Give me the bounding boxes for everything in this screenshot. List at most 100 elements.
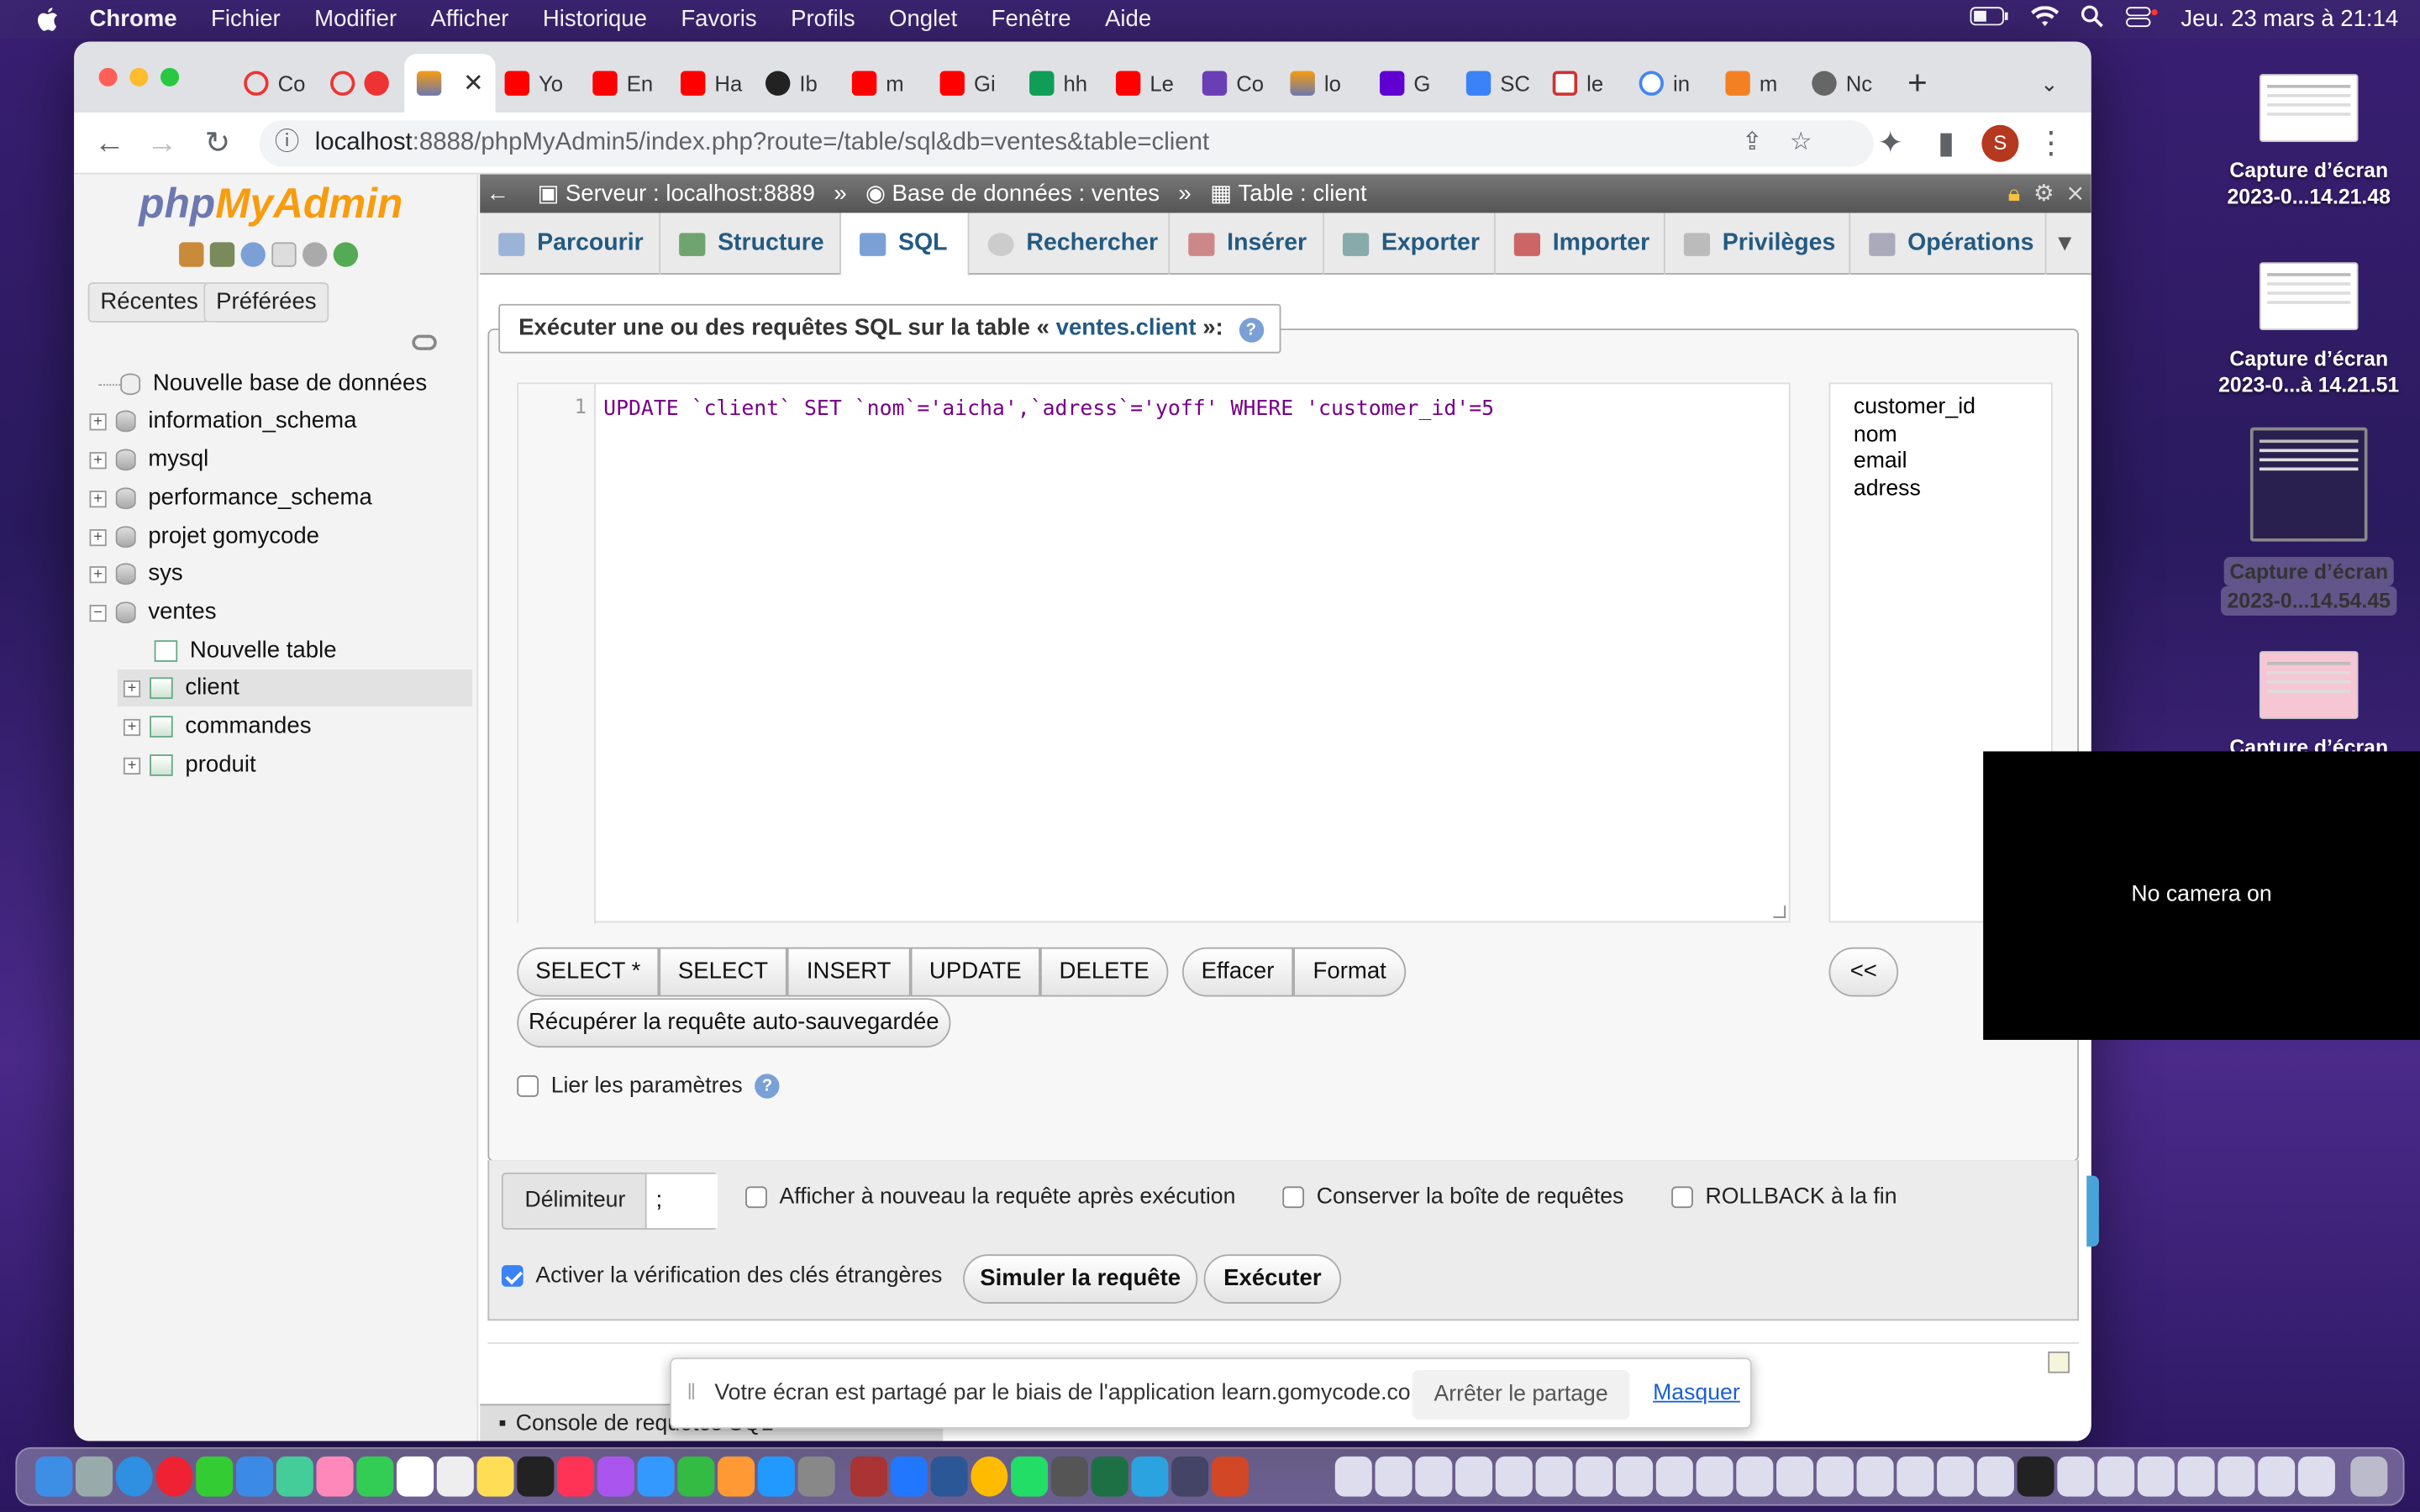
show-again-checkbox[interactable] — [745, 1186, 767, 1209]
numbers-icon[interactable] — [677, 1456, 715, 1497]
browser-tab[interactable]: le — [1552, 63, 1603, 103]
menu-historique[interactable]: Historique — [543, 6, 647, 32]
document-icon[interactable] — [2137, 1456, 2175, 1497]
menu-onglet[interactable]: Onglet — [889, 6, 957, 32]
clock[interactable]: Jeu. 23 mars à 21:14 — [2181, 6, 2398, 32]
browser-tab[interactable] — [330, 63, 398, 103]
retain-box-option[interactable]: Conserver la boîte de requêtes — [1282, 1185, 1623, 1210]
expand-icon[interactable]: + — [89, 490, 107, 507]
minimize-window-icon[interactable] — [129, 67, 149, 87]
battery-icon[interactable] — [1970, 6, 2010, 32]
opera-dock-icon[interactable] — [155, 1456, 193, 1497]
document-icon[interactable] — [2177, 1456, 2215, 1497]
execute-button[interactable]: Exécuter — [1203, 1254, 1342, 1305]
reminders-icon[interactable] — [436, 1456, 474, 1497]
browser-tab[interactable]: Co — [244, 63, 305, 103]
profile-avatar[interactable]: S — [1981, 124, 2019, 162]
breadcrumb-table[interactable]: Table : client — [1238, 181, 1366, 207]
tab-parcourir[interactable]: Parcourir — [480, 213, 661, 275]
app-icon[interactable] — [1050, 1456, 1088, 1497]
delete-button[interactable]: DELETE — [1039, 947, 1169, 997]
tree-db-ventes[interactable]: − ventes — [89, 594, 217, 631]
tree-db-mysql[interactable]: + mysql — [89, 441, 208, 478]
hide-banner-link[interactable]: Masquer — [1653, 1381, 1740, 1405]
tab-privileges[interactable]: Privilèges — [1665, 213, 1851, 275]
desktop-file-1[interactable]: Capture d’écran 2023-0...14.21.48 — [2186, 74, 2420, 210]
extensions-icon[interactable]: ✦ — [1874, 127, 1907, 160]
menu-fenetre[interactable]: Fenêtre — [992, 6, 1071, 32]
dictionary-icon[interactable] — [850, 1456, 888, 1497]
show-again-option[interactable]: Afficher à nouveau la requête après exéc… — [745, 1185, 1235, 1210]
desktop-file-3[interactable]: Capture d’écran 2023-0...14.54.45 — [2186, 427, 2420, 616]
document-icon[interactable] — [1455, 1456, 1493, 1497]
document-icon[interactable] — [1535, 1456, 1573, 1497]
expand-icon[interactable]: + — [89, 412, 107, 430]
document-icon[interactable] — [1937, 1456, 1975, 1497]
expand-icon[interactable]: + — [89, 528, 107, 546]
document-icon[interactable] — [1856, 1456, 1894, 1497]
browser-tab[interactable]: m — [1725, 63, 1777, 103]
launchpad-icon[interactable] — [75, 1456, 113, 1497]
system-settings-icon[interactable] — [797, 1456, 835, 1497]
forward-icon[interactable]: → — [145, 127, 179, 160]
rollback-checkbox[interactable] — [1671, 1186, 1693, 1209]
home-icon[interactable] — [179, 242, 204, 267]
docs-icon[interactable] — [271, 242, 297, 267]
document-icon[interactable] — [2057, 1456, 2095, 1497]
expand-icon[interactable]: + — [89, 451, 107, 469]
page-settings-icon[interactable] — [2048, 1351, 2070, 1373]
help-icon[interactable]: ? — [755, 1074, 780, 1099]
recent-button[interactable]: Récentes — [87, 282, 211, 323]
column-option[interactable]: nom — [1854, 422, 2028, 449]
tab-search-icon[interactable]: ⌄ — [2040, 63, 2059, 103]
document-icon[interactable] — [1334, 1456, 1372, 1497]
document-icon[interactable] — [1816, 1456, 1854, 1497]
fk-check-option[interactable]: Activer la vérification des clés étrangè… — [501, 1263, 942, 1289]
column-option[interactable]: email — [1854, 449, 2028, 475]
notes-icon[interactable] — [476, 1456, 514, 1497]
bluetooth-icon[interactable] — [890, 1456, 928, 1497]
phpmyadmin-logo[interactable]: phpMyAdmin — [139, 181, 402, 228]
tree-table-client[interactable]: + client — [117, 669, 473, 707]
help-icon[interactable]: ? — [1239, 318, 1264, 343]
document-icon[interactable] — [1415, 1456, 1453, 1497]
browser-tab[interactable]: lo — [1290, 63, 1341, 103]
resize-handle[interactable] — [1773, 906, 1786, 918]
facetime-icon[interactable] — [356, 1456, 394, 1497]
control-center-icon[interactable] — [2125, 5, 2159, 33]
pages-icon[interactable] — [718, 1456, 755, 1497]
sql-editor[interactable]: 1 UPDATE `client` SET `nom`='aicha',`adr… — [517, 382, 1791, 925]
menu-app[interactable]: Chrome — [90, 6, 177, 32]
wifi-icon[interactable] — [2031, 5, 2060, 33]
document-icon[interactable] — [1696, 1456, 1733, 1497]
expand-icon[interactable]: + — [123, 680, 141, 697]
rollback-option[interactable]: ROLLBACK à la fin — [1671, 1185, 1897, 1210]
collapse-icon[interactable]: − — [89, 604, 107, 622]
maps-icon[interactable] — [276, 1456, 313, 1497]
bookmark-star-icon[interactable]: ☆ — [1790, 120, 1812, 166]
tree-table-commandes[interactable]: + commandes — [123, 708, 311, 745]
browser-tab[interactable]: in — [1639, 63, 1690, 103]
close-window-icon[interactable] — [98, 67, 118, 87]
sidepanel-icon[interactable]: ▮ — [1929, 127, 1963, 160]
chrome-icon[interactable] — [971, 1456, 1008, 1497]
link-icon[interactable] — [412, 334, 437, 350]
tab-operations[interactable]: Opérations — [1850, 213, 2047, 275]
menu-favoris[interactable]: Favoris — [681, 6, 756, 32]
menu-fichier[interactable]: Fichier — [211, 6, 281, 32]
browser-tab[interactable]: m — [851, 63, 904, 103]
menu-modifier[interactable]: Modifier — [314, 6, 397, 32]
screenshot-icon[interactable] — [2017, 1456, 2054, 1497]
tree-new-table[interactable]: Nouvelle table — [154, 633, 337, 669]
document-icon[interactable] — [1976, 1456, 2014, 1497]
photos-icon[interactable] — [316, 1456, 354, 1497]
document-icon[interactable] — [2297, 1456, 2335, 1497]
apple-icon[interactable] — [34, 5, 61, 33]
column-option[interactable]: customer_id — [1854, 395, 2028, 422]
tab-structure[interactable]: Structure — [660, 213, 842, 275]
document-icon[interactable] — [1616, 1456, 1654, 1497]
document-icon[interactable] — [1495, 1456, 1533, 1497]
powerpoint-icon[interactable] — [1211, 1456, 1249, 1497]
reload-icon[interactable]: ↻ — [201, 127, 234, 160]
browser-tab[interactable]: G — [1380, 63, 1430, 103]
